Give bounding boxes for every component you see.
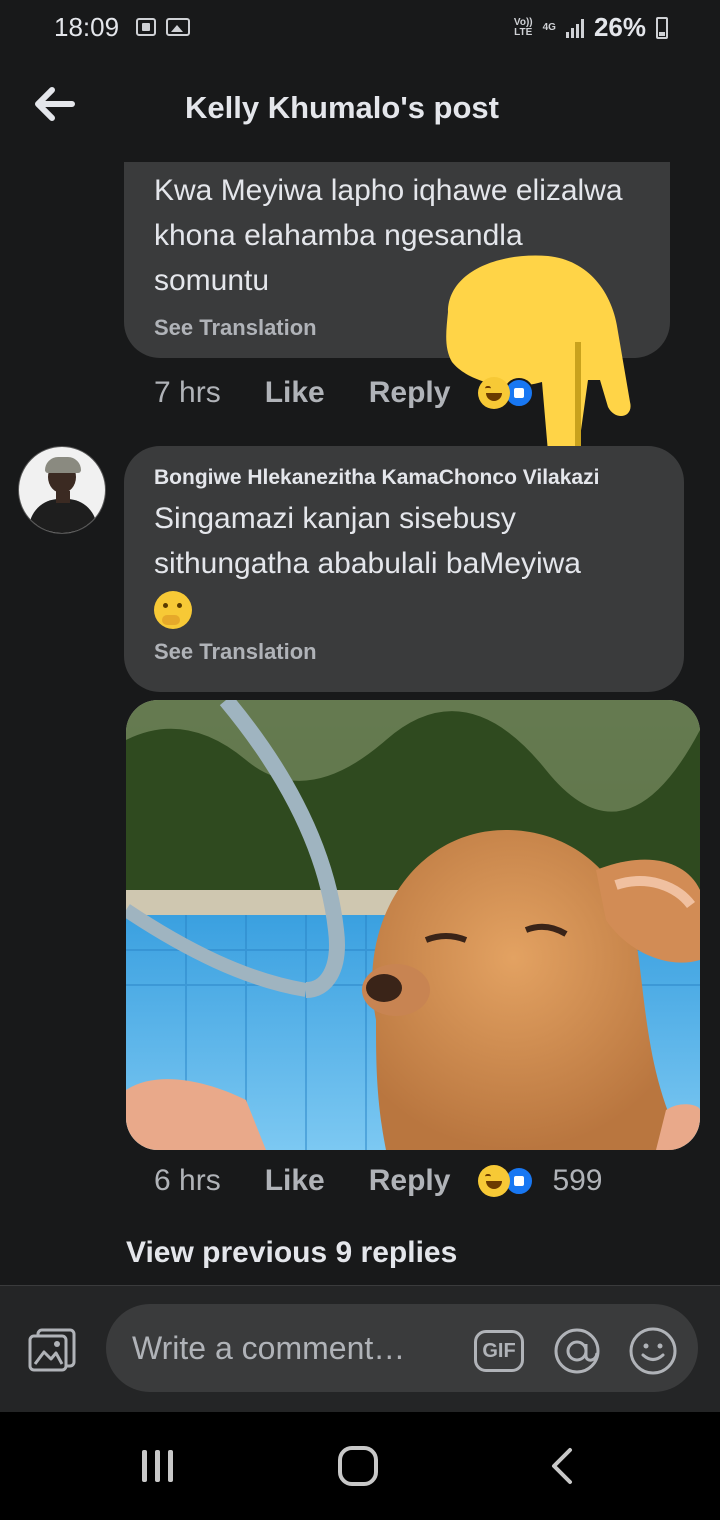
comment-time: 7 hrs bbox=[154, 376, 221, 409]
comment-body: Singamazi kanjan sisebusy sithungatha ab… bbox=[154, 502, 581, 580]
avatar[interactable] bbox=[18, 446, 106, 534]
reaction-count[interactable]: 599 bbox=[552, 1164, 602, 1198]
comment-bubble-2[interactable]: Bongiwe Hlekanezitha KamaChonco Vilakazi… bbox=[124, 446, 684, 692]
thinking-face-icon bbox=[154, 591, 192, 630]
reactions-summary[interactable] bbox=[478, 1165, 535, 1197]
page-title: Kelly Khumalo's post bbox=[185, 90, 499, 125]
reply-button[interactable]: Reply bbox=[369, 1164, 451, 1198]
status-time: 18:09 bbox=[54, 12, 120, 42]
like-button[interactable]: Like bbox=[265, 1164, 325, 1198]
battery-percentage: 26% bbox=[593, 12, 646, 42]
see-translation-link[interactable]: See Translation bbox=[154, 639, 656, 665]
data-type-indicator: 4G bbox=[542, 21, 556, 33]
gif-icon[interactable]: GIF bbox=[474, 1330, 524, 1372]
comment-text: Singamazi kanjan sisebusy sithungatha ab… bbox=[154, 496, 656, 631]
status-indicators: Vo)) LTE 4G 26% bbox=[514, 12, 668, 43]
home-icon[interactable] bbox=[338, 1446, 378, 1486]
comment-actions-1: 7 hrs Like Reply bbox=[154, 376, 552, 410]
comment-composer: GIF bbox=[0, 1286, 720, 1412]
app-header: Kelly Khumalo's post bbox=[0, 60, 720, 160]
volte-top: Vo)) bbox=[513, 16, 533, 28]
status-bar: 18:09 Vo)) LTE 4G 26% bbox=[0, 0, 720, 60]
volte-indicator: Vo)) LTE bbox=[513, 16, 533, 38]
gallery-icon[interactable] bbox=[26, 1326, 78, 1374]
comment-time: 6 hrs bbox=[154, 1164, 221, 1197]
emoji-icon[interactable] bbox=[628, 1326, 678, 1376]
volte-bottom: LTE bbox=[514, 26, 533, 38]
comment-input[interactable] bbox=[106, 1304, 698, 1392]
comment-author[interactable]: Bongiwe Hlekanezitha KamaChonco Vilakazi bbox=[154, 466, 656, 490]
like-button[interactable]: Like bbox=[265, 376, 325, 410]
signal-icon bbox=[565, 18, 584, 38]
recent-apps-icon[interactable] bbox=[140, 1450, 176, 1482]
battery-icon bbox=[656, 16, 668, 39]
back-icon[interactable] bbox=[546, 1446, 576, 1486]
mention-icon[interactable] bbox=[552, 1326, 602, 1376]
screen-record-icon bbox=[136, 18, 156, 36]
view-previous-replies-link[interactable]: View previous 9 replies bbox=[126, 1236, 457, 1270]
comment-photo[interactable] bbox=[126, 700, 700, 1150]
system-nav-bar bbox=[0, 1412, 720, 1520]
haha-reaction-icon bbox=[478, 1165, 511, 1197]
comment-actions-2: 6 hrs Like Reply 599 bbox=[154, 1164, 603, 1198]
gallery-notification-icon bbox=[166, 18, 190, 36]
